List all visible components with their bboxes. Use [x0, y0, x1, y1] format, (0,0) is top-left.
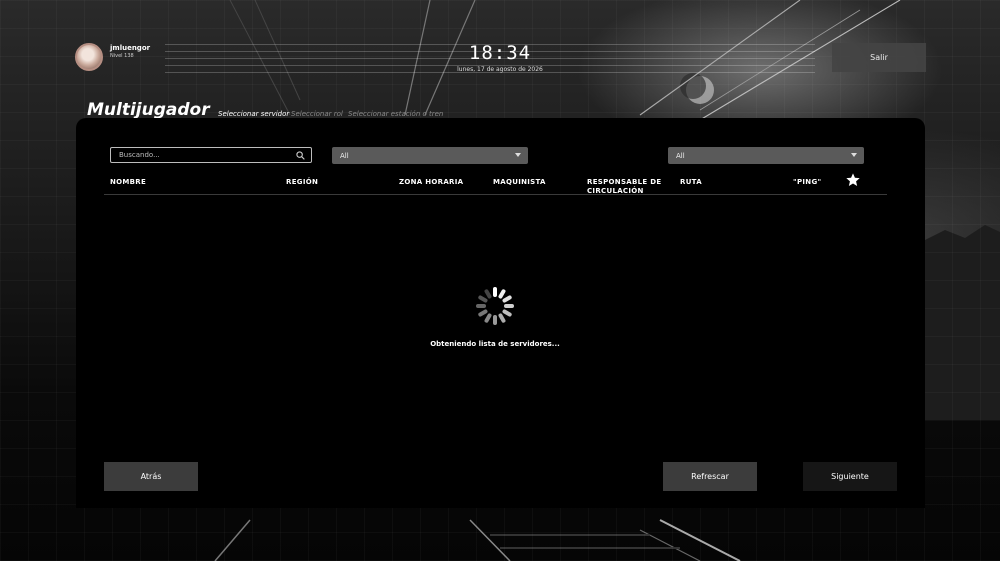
clock-time: 18:34 [468, 42, 532, 64]
column-header-driver[interactable]: MAQUINISTA [493, 178, 546, 187]
user-level: Nivel 138 [110, 53, 134, 59]
chevron-down-icon [851, 153, 857, 157]
back-button[interactable]: Atrás [104, 462, 198, 491]
search-input[interactable]: Buscando... [110, 147, 312, 163]
route-select[interactable]: All [668, 147, 864, 164]
clock-date: lunes, 17 de agosto de 2026 [457, 66, 543, 73]
loading-status-text: Obteniendo lista de servidores... [430, 340, 560, 348]
chevron-down-icon [515, 153, 521, 157]
search-placeholder: Buscando... [119, 151, 160, 159]
column-header-region[interactable]: REGIÓN [286, 178, 318, 187]
next-button[interactable]: Siguiente [803, 462, 897, 491]
star-icon[interactable] [845, 172, 861, 188]
loading-spinner-icon [476, 287, 514, 325]
step-select-role: Seleccionar rol [291, 110, 343, 118]
search-icon[interactable] [296, 151, 305, 160]
region-select[interactable]: All [332, 147, 528, 164]
column-header-route[interactable]: RUTA [680, 178, 702, 187]
column-header-name[interactable]: NOMBRE [110, 178, 146, 187]
step-select-server: Seleccionar servidor [218, 110, 290, 118]
refresh-button[interactable]: Refrescar [663, 462, 757, 491]
route-select-value: All [676, 151, 685, 160]
step-select-station: Seleccionar estación o tren [348, 110, 444, 118]
username: jmluengor [110, 44, 151, 52]
exit-button[interactable]: Salir [832, 43, 926, 72]
region-select-value: All [340, 151, 349, 160]
column-header-ping[interactable]: "PING" [793, 178, 821, 187]
table-header-divider [104, 194, 887, 195]
avatar[interactable] [75, 43, 103, 71]
page-title: Multijugador [87, 100, 210, 120]
column-header-timezone[interactable]: ZONA HORARIA [399, 178, 463, 187]
